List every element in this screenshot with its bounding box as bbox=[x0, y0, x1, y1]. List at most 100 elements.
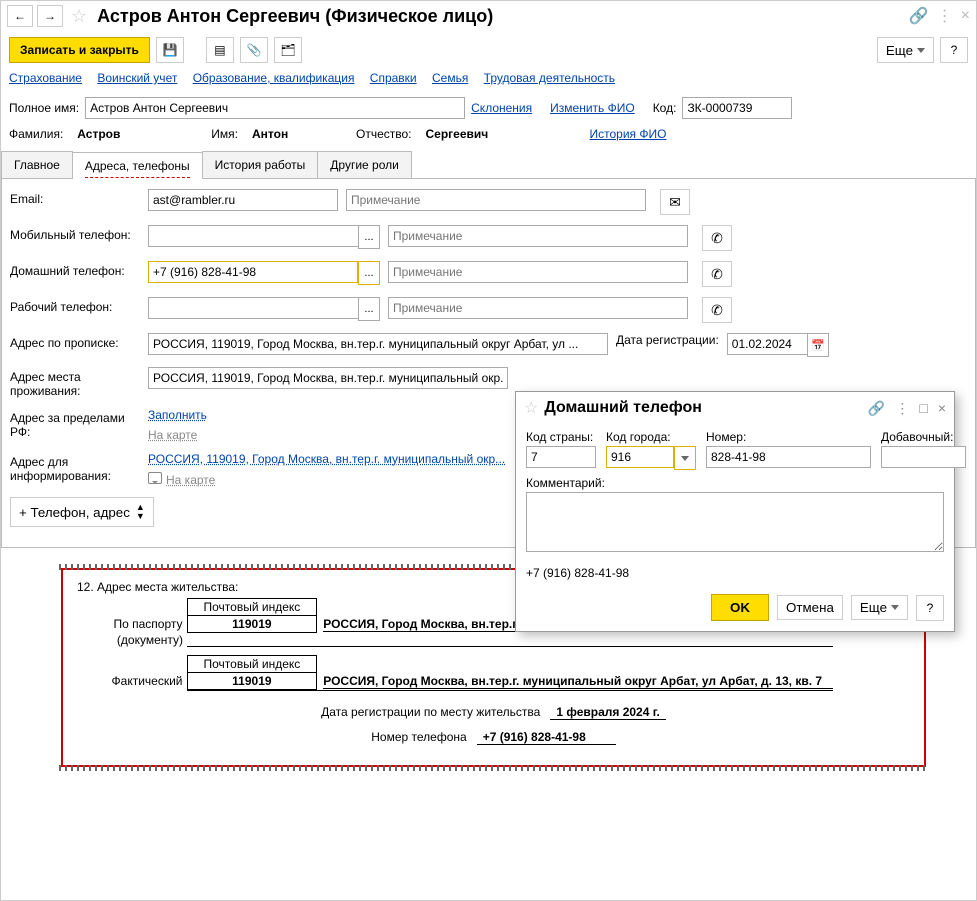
ext-label: Добавочный: bbox=[881, 430, 966, 444]
more-button[interactable]: Еще bbox=[877, 37, 934, 63]
document-button[interactable]: ▤ bbox=[206, 37, 234, 63]
reg-line-value: 1 февраля 2024 г. bbox=[550, 705, 666, 720]
addr-inform-link[interactable]: РОССИЯ, 119019, Город Москва, вн.тер.г. … bbox=[148, 452, 505, 466]
email-input[interactable] bbox=[148, 189, 338, 211]
call-home-button[interactable] bbox=[702, 261, 732, 287]
dialog-star-icon[interactable]: ☆ bbox=[524, 398, 538, 418]
addr-abroad-label: Адрес за пределами РФ: bbox=[10, 408, 140, 439]
email-note-input[interactable] bbox=[346, 189, 646, 211]
dialog-title: Домашний телефон bbox=[544, 399, 702, 417]
addr-inform-label: Адрес для информирования: bbox=[10, 452, 140, 483]
work-note-input[interactable] bbox=[388, 297, 688, 319]
mobile-label: Мобильный телефон: bbox=[10, 225, 140, 242]
kebab-icon[interactable]: ⋮ bbox=[937, 6, 953, 26]
dialog-maximize-icon[interactable]: □ bbox=[919, 400, 927, 417]
tab-addresses[interactable]: Адреса, телефоны bbox=[72, 152, 203, 179]
nav-back-button[interactable]: ← bbox=[7, 5, 33, 27]
addr-live-input[interactable] bbox=[148, 367, 508, 389]
tab-main[interactable]: Главное bbox=[1, 151, 73, 178]
link-refs[interactable]: Справки bbox=[370, 71, 417, 85]
home-phone-dialog: ☆ Домашний телефон 🔗 ⋮ □ × Код страны: К… bbox=[515, 391, 955, 632]
dialog-cancel-button[interactable]: Отмена bbox=[777, 595, 843, 620]
link-family[interactable]: Семья bbox=[432, 71, 468, 85]
dialog-link-icon[interactable]: 🔗 bbox=[868, 400, 885, 417]
full-name-input[interactable] bbox=[85, 97, 465, 119]
phone-line-value: +7 (916) 828-41-98 bbox=[477, 730, 616, 745]
dialog-kebab-icon[interactable]: ⋮ bbox=[895, 400, 909, 417]
mobile-note-input[interactable] bbox=[388, 225, 688, 247]
dialog-close-icon[interactable]: × bbox=[938, 400, 946, 417]
link-icon[interactable]: 🔗 bbox=[909, 6, 929, 26]
nav-forward-button[interactable]: → bbox=[37, 5, 63, 27]
number-input[interactable] bbox=[706, 446, 871, 468]
name-label: Имя: bbox=[211, 127, 238, 141]
help-button[interactable]: ? bbox=[940, 37, 968, 63]
comment-textarea[interactable] bbox=[526, 492, 944, 552]
city-code-input[interactable] bbox=[606, 446, 674, 468]
home-ellipsis-button[interactable]: ... bbox=[358, 261, 380, 285]
mobile-input[interactable] bbox=[148, 225, 358, 247]
chevron-down-icon bbox=[891, 605, 899, 610]
actual-label: Фактический bbox=[77, 673, 187, 690]
link-labor[interactable]: Трудовая деятельность bbox=[484, 71, 615, 85]
code-label: Код: bbox=[653, 101, 677, 115]
comment-label: Комментарий: bbox=[526, 476, 944, 490]
favorite-star-icon[interactable]: ☆ bbox=[71, 6, 87, 27]
save-button[interactable]: 💾 bbox=[156, 37, 184, 63]
on-map-link-1[interactable]: На карте bbox=[148, 428, 197, 442]
code-input[interactable] bbox=[682, 97, 792, 119]
add-phone-address-button[interactable]: + Телефон, адрес ▲▼ bbox=[10, 497, 154, 527]
fill-link[interactable]: Заполнить bbox=[148, 408, 207, 422]
close-icon[interactable]: × bbox=[961, 7, 970, 25]
dialog-ok-button[interactable]: OK bbox=[711, 594, 769, 621]
postal-index-2: 119019 bbox=[187, 673, 317, 690]
folder-button[interactable]: 🗂 bbox=[274, 37, 302, 63]
link-insurance[interactable]: Страхование bbox=[9, 71, 82, 85]
send-email-button[interactable] bbox=[660, 189, 690, 215]
link-education[interactable]: Образование, квалификация bbox=[193, 71, 355, 85]
tab-history[interactable]: История работы bbox=[202, 151, 319, 178]
postal-index-1: 119019 bbox=[187, 616, 317, 633]
home-note-input[interactable] bbox=[388, 261, 688, 283]
postal-index-label-1: Почтовый индекс bbox=[187, 599, 317, 616]
link-military[interactable]: Воинский учет bbox=[97, 71, 177, 85]
window-title: Астров Антон Сергеевич (Физическое лицо) bbox=[97, 6, 493, 27]
save-close-button[interactable]: Записать и закрыть bbox=[9, 37, 150, 63]
attach-button[interactable]: 📎 bbox=[240, 37, 268, 63]
reg-date-input[interactable] bbox=[727, 333, 807, 355]
work-phone-label: Рабочий телефон: bbox=[10, 297, 140, 314]
on-map-link-2[interactable]: На карте bbox=[166, 473, 215, 487]
postal-index-label-2: Почтовый индекс bbox=[187, 656, 317, 673]
patronymic-value: Сергеевич bbox=[426, 127, 546, 141]
mobile-ellipsis-button[interactable]: ... bbox=[358, 225, 380, 249]
dialog-help-button[interactable]: ? bbox=[916, 595, 944, 621]
full-name-label: Полное имя: bbox=[9, 101, 79, 115]
dialog-result: +7 (916) 828-41-98 bbox=[526, 566, 944, 580]
country-code-input[interactable] bbox=[526, 446, 596, 468]
dialog-more-button[interactable]: Еще bbox=[851, 595, 908, 620]
home-phone-input[interactable] bbox=[148, 261, 358, 283]
tab-roles[interactable]: Другие роли bbox=[317, 151, 412, 178]
declensions-link[interactable]: Склонения bbox=[471, 101, 532, 115]
passport-sub: (документу) bbox=[77, 633, 187, 647]
city-code-dropdown[interactable] bbox=[674, 446, 696, 470]
history-fio-link[interactable]: История ФИО bbox=[590, 127, 667, 141]
patronymic-label: Отчество: bbox=[356, 127, 412, 141]
chevron-down-icon bbox=[917, 48, 925, 53]
work-phone-input[interactable] bbox=[148, 297, 358, 319]
addr-reg-input[interactable] bbox=[148, 333, 608, 355]
calendar-button[interactable]: 📅 bbox=[807, 333, 829, 357]
change-fio-link[interactable]: Изменить ФИО bbox=[550, 101, 635, 115]
passport-label: По паспорту bbox=[77, 616, 187, 633]
call-work-button[interactable] bbox=[702, 297, 732, 323]
updown-icon: ▲▼ bbox=[136, 503, 145, 521]
country-code-label: Код страны: bbox=[526, 430, 596, 444]
reg-date-label: Дата регистрации: bbox=[616, 333, 719, 347]
surname-value: Астров bbox=[77, 127, 197, 141]
number-label: Номер: bbox=[706, 430, 871, 444]
city-code-label: Код города: bbox=[606, 430, 696, 444]
work-ellipsis-button[interactable]: ... bbox=[358, 297, 380, 321]
ext-input[interactable] bbox=[881, 446, 966, 468]
call-mobile-button[interactable] bbox=[702, 225, 732, 251]
comment-icon[interactable] bbox=[148, 472, 162, 484]
